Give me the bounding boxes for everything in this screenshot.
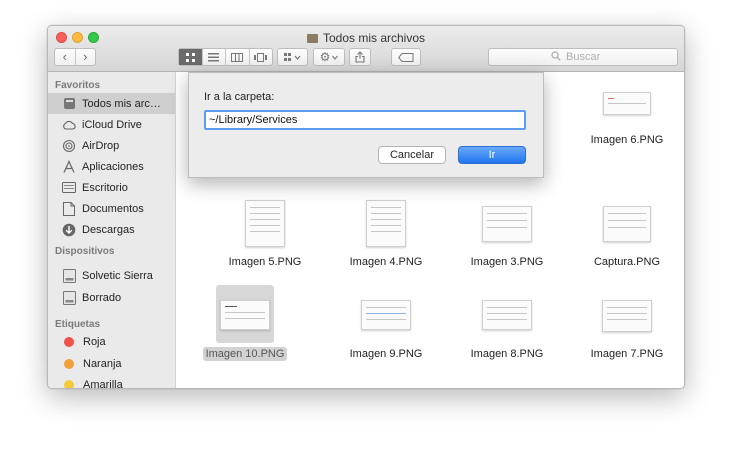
sidebar-item-label: Todos mis arc… xyxy=(82,97,161,110)
forward-button[interactable]: › xyxy=(74,49,96,65)
orange-tag-icon xyxy=(64,358,74,369)
sidebar-item-label: AirDrop xyxy=(82,139,120,152)
cover-flow-icon xyxy=(254,52,268,62)
sidebar-section-favorites: Favoritos xyxy=(55,80,101,91)
airdrop-icon xyxy=(62,139,76,153)
all-files-icon xyxy=(62,97,76,111)
cloud-icon xyxy=(62,118,76,132)
share-icon xyxy=(355,51,365,63)
search-field[interactable]: Buscar xyxy=(488,48,678,66)
sidebar-item-label: iCloud Drive xyxy=(82,118,142,131)
chevron-down-icon xyxy=(332,55,339,60)
image-thumbnail xyxy=(220,300,270,330)
arrange-button[interactable] xyxy=(277,48,308,66)
sidebar-item-label: Aplicaciones xyxy=(82,160,144,173)
icon-view-button[interactable] xyxy=(179,49,202,65)
desktop-icon xyxy=(62,181,76,195)
sidebar-item-solvetic-sierra[interactable]: Solvetic Sierra xyxy=(48,265,175,286)
sidebar-item-label: Roja xyxy=(83,335,106,348)
sidebar-item-tag-roja[interactable]: Roja xyxy=(48,331,175,352)
image-thumbnail xyxy=(482,206,532,242)
sidebar-item-label: Solvetic Sierra xyxy=(82,269,153,282)
view-mode-control xyxy=(178,48,273,66)
cover-flow-button[interactable] xyxy=(248,49,273,65)
search-placeholder: Buscar xyxy=(566,51,601,63)
sidebar-item-label: Descargas xyxy=(82,223,135,236)
sidebar-section-devices: Dispositivos xyxy=(55,246,115,257)
go-button[interactable]: Ir xyxy=(458,146,526,164)
file-name: Imagen 5.PNG xyxy=(228,256,302,268)
sidebar-item-documents[interactable]: Documentos xyxy=(48,198,175,219)
column-view-button[interactable] xyxy=(225,49,249,65)
tag-button[interactable] xyxy=(391,48,421,66)
go-to-folder-dialog: Ir a la carpeta: Cancelar Ir xyxy=(188,72,544,178)
cancel-button[interactable]: Cancelar xyxy=(378,146,446,164)
dialog-label: Ir a la carpeta: xyxy=(204,91,275,103)
list-view-button[interactable] xyxy=(201,49,226,65)
selected-file-label: Imagen 10.PNG xyxy=(202,347,288,361)
sidebar-item-airdrop[interactable]: AirDrop xyxy=(48,135,175,156)
sidebar-section-tags: Etiquetas xyxy=(55,319,101,330)
arrange-icon xyxy=(284,52,301,61)
tag-icon xyxy=(398,52,414,62)
image-thumbnail xyxy=(603,92,651,115)
file-name: Imagen 8.PNG xyxy=(470,348,544,360)
sidebar-item-borrado[interactable]: Borrado xyxy=(48,287,175,308)
image-thumbnail xyxy=(361,300,411,330)
window-title-text: Todos mis archivos xyxy=(322,31,426,45)
gear-icon: ⚙ xyxy=(319,50,331,64)
grid-icon xyxy=(185,52,195,62)
title-bar: Todos mis archivos ‹ › ⚙ Buscar xyxy=(48,26,684,72)
disk-icon xyxy=(62,268,76,283)
file-name: Imagen 6.PNG xyxy=(590,134,664,146)
sidebar-item-label: Documentos xyxy=(82,202,144,215)
image-thumbnail xyxy=(366,200,406,247)
image-thumbnail xyxy=(603,206,651,242)
action-menu-button[interactable]: ⚙ xyxy=(313,48,345,66)
file-name: Imagen 10.PNG xyxy=(190,347,300,361)
downloads-icon xyxy=(62,223,76,237)
sidebar-item-label: Amarilla xyxy=(83,378,123,389)
file-name: Imagen 3.PNG xyxy=(470,256,544,268)
sidebar-item-label: Borrado xyxy=(82,291,122,304)
file-name: Imagen 4.PNG xyxy=(349,256,423,268)
back-button[interactable]: ‹ xyxy=(55,49,75,65)
applications-icon xyxy=(62,159,76,174)
columns-icon xyxy=(231,52,244,62)
file-name: Imagen 7.PNG xyxy=(590,348,664,360)
sidebar-item-desktop[interactable]: Escritorio xyxy=(48,177,175,198)
sidebar-item-tag-naranja[interactable]: Naranja xyxy=(48,353,175,374)
yellow-tag-icon xyxy=(64,379,74,388)
sidebar-item-all-files[interactable]: Todos mis arc… xyxy=(48,93,175,114)
sidebar: Favoritos Todos mis arc… iCloud Drive Ai… xyxy=(48,72,176,388)
image-thumbnail xyxy=(602,300,652,332)
sidebar-item-label: Escritorio xyxy=(82,181,128,194)
search-icon xyxy=(551,50,561,64)
file-name: Imagen 9.PNG xyxy=(349,348,423,360)
sidebar-item-applications[interactable]: Aplicaciones xyxy=(48,156,175,177)
file-name: Captura.PNG xyxy=(593,256,661,268)
sidebar-item-label: Naranja xyxy=(83,357,122,370)
image-thumbnail xyxy=(482,300,532,330)
back-forward-control: ‹ › xyxy=(54,48,96,66)
documents-icon xyxy=(62,201,76,216)
list-icon xyxy=(208,52,220,61)
folder-icon xyxy=(306,34,318,43)
red-tag-icon xyxy=(64,336,74,347)
share-button[interactable] xyxy=(349,48,371,66)
sidebar-item-downloads[interactable]: Descargas xyxy=(48,219,175,240)
folder-path-input[interactable] xyxy=(204,110,526,130)
image-thumbnail xyxy=(245,200,285,247)
sidebar-item-tag-amarilla[interactable]: Amarilla xyxy=(48,374,175,389)
disk-icon xyxy=(62,290,76,305)
sidebar-item-icloud-drive[interactable]: iCloud Drive xyxy=(48,114,175,135)
window-title: Todos mis archivos xyxy=(48,31,684,45)
